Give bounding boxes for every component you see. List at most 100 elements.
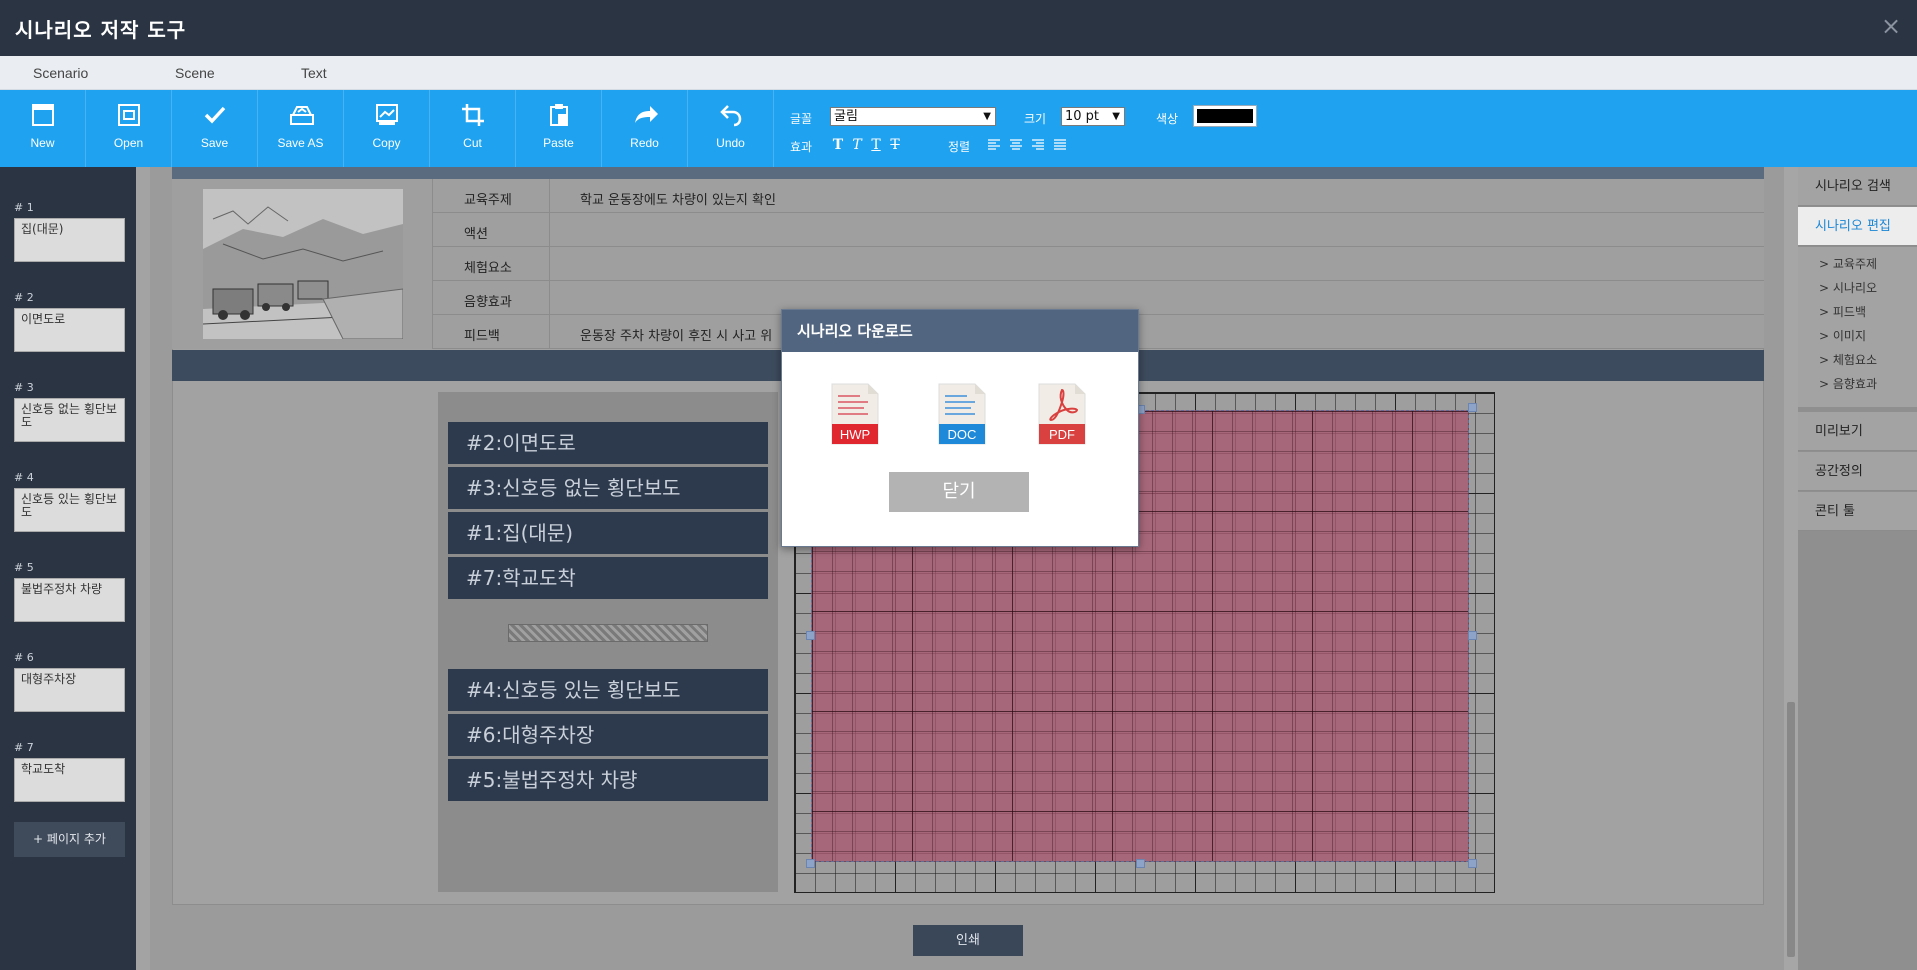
drag-divider[interactable] (508, 624, 708, 642)
size-select[interactable]: 10 pt ▼ (1061, 107, 1125, 126)
undo-button[interactable]: Undo (688, 90, 774, 167)
scrollbar-thumb[interactable] (1787, 702, 1795, 957)
scene-card[interactable]: 학교도착 (14, 758, 125, 802)
resize-handle[interactable] (806, 859, 815, 868)
scene-card[interactable]: 신호등 없는 횡단보도 (14, 398, 125, 442)
nav-scenario-search[interactable]: 시나리오 검색 (1798, 167, 1917, 206)
scene-order-panel: #2:이면도로 #3:신호등 없는 횡단보도 #1:집(대문) #7:학교도착 … (438, 392, 778, 892)
info-key: 교육주제 (464, 193, 512, 208)
save-button[interactable]: Save (172, 90, 258, 167)
hwp-download-button[interactable]: HWP (830, 382, 880, 446)
bold-icon[interactable]: T (830, 137, 846, 153)
order-item[interactable]: #4:신호등 있는 횡단보도 (448, 669, 768, 711)
scene-number: # 2 (14, 291, 34, 304)
order-item[interactable]: #1:집(대문) (448, 512, 768, 554)
paste-button[interactable]: Paste (516, 90, 602, 167)
order-item[interactable]: #3:신호등 없는 횡단보도 (448, 467, 768, 509)
nav-sub-experience[interactable]: > 체험요소 (1819, 351, 1877, 368)
menu-scenario[interactable]: Scenario (33, 65, 88, 81)
nav-sub-feedback[interactable]: > 피드백 (1819, 303, 1866, 320)
resize-handle[interactable] (1468, 403, 1477, 412)
scene-number: # 1 (14, 201, 34, 214)
font-select-value: 굴림 (834, 109, 858, 124)
print-button[interactable]: 인쇄 (913, 925, 1023, 956)
menu-text[interactable]: Text (301, 65, 327, 81)
info-row-action: 액션 (432, 213, 1764, 247)
align-justify-icon[interactable] (1054, 139, 1066, 151)
size-select-value: 10 pt (1065, 109, 1100, 124)
paste-button-label: Paste (543, 136, 574, 150)
pdf-download-button[interactable]: PDF (1037, 382, 1087, 446)
right-scrollbar[interactable] (1784, 167, 1798, 970)
left-scrollbar[interactable] (136, 167, 150, 970)
color-picker[interactable] (1193, 105, 1257, 127)
menu-scene[interactable]: Scene (175, 65, 215, 81)
save-button-label: Save (200, 136, 229, 150)
save-as-icon (290, 106, 314, 125)
window-close-icon[interactable]: × (1877, 12, 1905, 40)
order-item[interactable]: #7:학교도착 (448, 557, 768, 599)
redo-button[interactable]: Redo (602, 90, 688, 167)
nav-sub-topic[interactable]: > 교육주제 (1819, 255, 1877, 272)
nav-sub-sound[interactable]: > 음향효과 (1819, 375, 1877, 392)
hwp-label: HWP (840, 427, 870, 442)
align-right-icon[interactable] (1032, 139, 1044, 151)
chevron-down-icon: ▼ (1112, 111, 1120, 122)
font-label: 글꼴 (790, 112, 813, 126)
paste-icon (550, 104, 568, 126)
font-select[interactable]: 굴림 ▼ (830, 107, 996, 126)
italic-icon[interactable]: T (849, 137, 865, 153)
underline-icon[interactable]: T (868, 137, 884, 153)
resize-handle[interactable] (1468, 859, 1477, 868)
info-header-strip (172, 167, 1764, 179)
color-label: 색상 (1156, 112, 1179, 126)
info-key: 액션 (464, 227, 488, 242)
info-key: 체험요소 (464, 261, 512, 276)
scene-card[interactable]: 집(대문) (14, 218, 125, 262)
scene-number: # 3 (14, 381, 34, 394)
new-button[interactable]: New (0, 90, 86, 167)
strikethrough-icon[interactable]: T (887, 137, 903, 153)
menu-bar: Scenario Scene Text (0, 56, 1917, 90)
cut-button-label: Cut (463, 136, 482, 150)
redo-button-label: Redo (630, 136, 659, 150)
scene-card[interactable]: 신호등 있는 횡단보도 (14, 488, 125, 532)
open-button[interactable]: Open (86, 90, 172, 167)
redo-icon (635, 106, 658, 123)
cut-button[interactable]: Cut (430, 90, 516, 167)
color-swatch (1197, 109, 1253, 123)
new-button-label: New (30, 136, 55, 150)
copy-button[interactable]: Copy (344, 90, 430, 167)
nav-scenario-edit[interactable]: 시나리오 편집 (1798, 207, 1917, 246)
align-label: 정렬 (948, 140, 971, 154)
align-center-icon[interactable] (1010, 139, 1022, 151)
resize-handle[interactable] (1468, 631, 1477, 640)
scene-card[interactable]: 불법주정차 차량 (14, 578, 125, 622)
info-key: 피드백 (464, 329, 500, 344)
scene-number: # 6 (14, 651, 34, 664)
nav-conti-tool[interactable]: 콘티 툴 (1798, 492, 1917, 531)
doc-download-button[interactable]: DOC (937, 382, 987, 446)
effect-label: 효과 (790, 140, 813, 154)
nav-sub-scenario[interactable]: > 시나리오 (1819, 279, 1877, 296)
scene-sidebar: # 1 집(대문) # 2 이면도로 # 3 신호등 없는 횡단보도 # 4 신… (0, 167, 136, 970)
add-page-button[interactable]: + 페이지 추가 (14, 822, 125, 857)
order-item[interactable]: #5:불법주정차 차량 (448, 759, 768, 801)
order-item[interactable]: #2:이면도로 (448, 422, 768, 464)
nav-preview[interactable]: 미리보기 (1798, 412, 1917, 451)
scene-card[interactable]: 대형주차장 (14, 668, 125, 712)
scene-card[interactable]: 이면도로 (14, 308, 125, 352)
new-document-icon (32, 104, 54, 126)
info-value[interactable]: 운동장 주차 차량이 후진 시 사고 위 (580, 325, 772, 344)
resize-handle[interactable] (1136, 859, 1145, 868)
toolbar: New Open Save Save AS Copy Cut Paste Red… (0, 90, 1917, 167)
nav-sub-image[interactable]: > 이미지 (1819, 327, 1866, 344)
nav-space-define[interactable]: 공간정의 (1798, 452, 1917, 491)
order-item[interactable]: #6:대형주차장 (448, 714, 768, 756)
align-left-icon[interactable] (988, 139, 1000, 151)
dialog-close-button[interactable]: 닫기 (889, 472, 1029, 512)
info-value[interactable]: 학교 운동장에도 차량이 있는지 확인 (580, 189, 776, 208)
edit-submenu: > 교육주제 > 시나리오 > 피드백 > 이미지 > 체험요소 > 음향효과 (1798, 247, 1917, 407)
save-as-button[interactable]: Save AS (258, 90, 344, 167)
resize-handle[interactable] (806, 631, 815, 640)
